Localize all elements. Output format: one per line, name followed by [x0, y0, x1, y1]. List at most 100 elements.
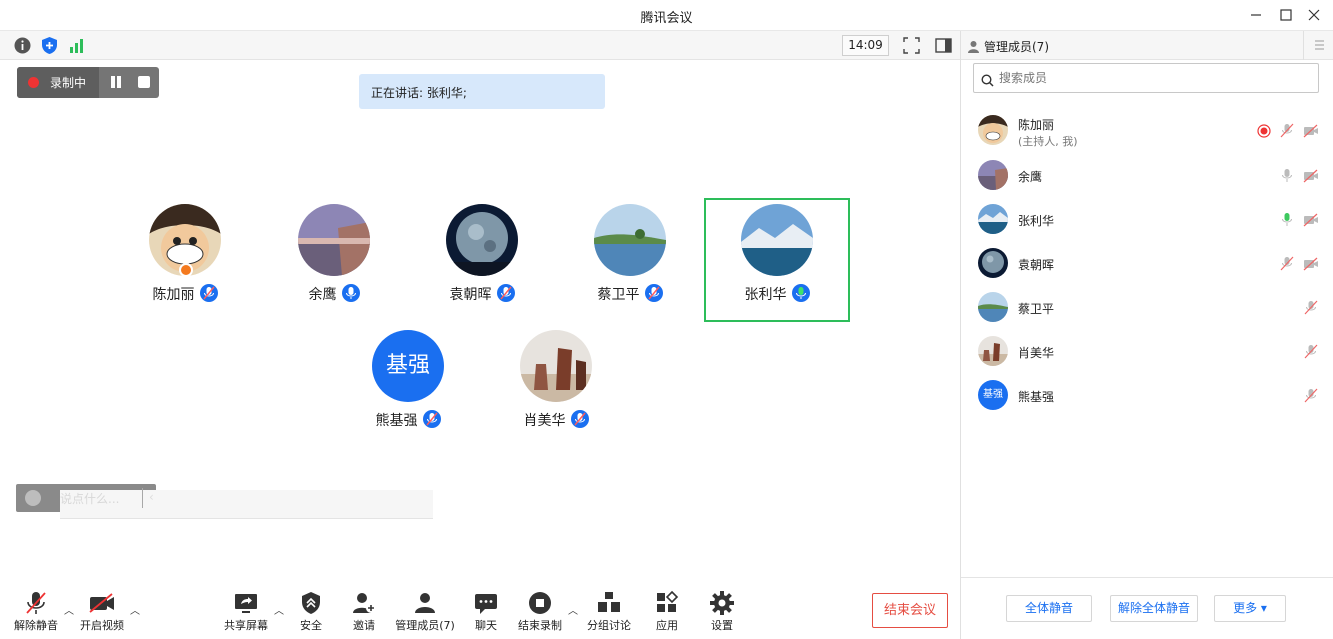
emoji-icon[interactable]: [25, 490, 41, 506]
settings-button[interactable]: 设置: [692, 590, 752, 636]
video-options-chevron-icon[interactable]: ︿: [130, 602, 140, 617]
manage-members-button[interactable]: 管理成员(7): [392, 590, 458, 636]
breakout-button[interactable]: 分组讨论: [579, 590, 639, 636]
collapse-chat-icon[interactable]: ‹: [149, 490, 154, 504]
panel-title: 管理成员(7): [984, 40, 1049, 54]
mic-muted-icon[interactable]: [1280, 256, 1294, 275]
member-search: [973, 63, 1319, 93]
member-row[interactable]: 张利华: [961, 198, 1333, 242]
info-icon[interactable]: [13, 36, 32, 55]
panel-menu-icon[interactable]: [1303, 31, 1333, 60]
mic-muted-icon[interactable]: [1304, 388, 1318, 407]
mic-off-icon: [26, 592, 46, 614]
member-name: 余鹰: [1018, 170, 1043, 184]
quick-chat-box[interactable]: 说点什么... ‹: [16, 484, 433, 519]
recording-label: 录制中: [50, 76, 87, 90]
stop-recording-button[interactable]: [138, 76, 150, 88]
panel-header: 管理成员(7): [961, 31, 1333, 60]
more-button[interactable]: 更多 ▾: [1214, 595, 1286, 622]
camera-off-icon[interactable]: [1303, 168, 1319, 187]
apps-button[interactable]: 应用: [637, 590, 697, 636]
recording-status-icon: [1257, 123, 1271, 142]
video-stage: 录制中 正在讲话: 张利华; 陈加丽 余鹰 袁朝晖 蔡卫平 张利华 基强 熊基强…: [0, 60, 960, 580]
participant-tile[interactable]: 袁朝晖: [409, 198, 555, 322]
participant-tile[interactable]: 陈加丽: [112, 198, 258, 322]
mic-muted-icon[interactable]: [1304, 300, 1318, 319]
minimize-icon[interactable]: [1246, 5, 1266, 25]
start-video-button[interactable]: 开启视频: [72, 590, 132, 636]
avatar-initials: 基强: [385, 353, 430, 378]
breakout-label: 分组讨论: [587, 619, 631, 632]
member-row[interactable]: 蔡卫平: [961, 286, 1333, 330]
avatar: [978, 204, 1008, 234]
member-name: 袁朝晖: [1018, 258, 1055, 272]
panel-footer: 全体静音 解除全体静音 更多 ▾: [961, 577, 1333, 639]
member-row[interactable]: 陈加丽 (主持人, 我): [961, 109, 1333, 153]
share-screen-button[interactable]: 共享屏幕: [216, 590, 276, 636]
chat-bubble-icon: [475, 594, 497, 614]
mic-icon[interactable]: [1280, 168, 1294, 187]
add-user-icon: [353, 593, 376, 613]
meeting-info-bar: 14:09: [0, 31, 960, 60]
mute-all-button[interactable]: 全体静音: [1006, 595, 1092, 622]
record-options-chevron-icon[interactable]: ︿: [568, 602, 578, 617]
pause-recording-button[interactable]: [109, 75, 123, 89]
search-input[interactable]: [997, 69, 1307, 87]
invite-button[interactable]: 邀请: [334, 590, 394, 636]
member-row[interactable]: 袁朝晖: [961, 242, 1333, 286]
end-recording-button[interactable]: 结束录制: [510, 590, 570, 636]
end-recording-label: 结束录制: [518, 619, 562, 632]
fullscreen-icon[interactable]: [902, 36, 921, 55]
participant-tile[interactable]: 肖美华: [483, 324, 629, 448]
camera-off-icon[interactable]: [1303, 256, 1319, 275]
security-shield-icon[interactable]: [40, 36, 59, 55]
close-icon[interactable]: [1304, 5, 1324, 25]
participant-tile-active[interactable]: 张利华: [704, 198, 850, 322]
participant-tile[interactable]: 蔡卫平: [557, 198, 703, 322]
member-role: (主持人, 我): [1018, 135, 1078, 148]
participant-tile[interactable]: 余鹰: [261, 198, 407, 322]
mic-muted-icon: [644, 284, 663, 302]
user-icon: [967, 38, 980, 57]
mic-muted-icon[interactable]: [1280, 123, 1294, 142]
member-row[interactable]: 基强 熊基强: [961, 374, 1333, 418]
avatar: [978, 336, 1008, 366]
camera-off-icon[interactable]: [1303, 212, 1319, 231]
gear-icon: [710, 591, 734, 615]
chat-label: 聊天: [475, 619, 497, 632]
mic-muted-icon[interactable]: [1304, 344, 1318, 363]
window-title: 腾讯会议: [640, 11, 693, 26]
maximize-icon[interactable]: [1276, 5, 1296, 25]
unmute-all-button[interactable]: 解除全体静音: [1110, 595, 1198, 622]
toggle-sidebar-icon[interactable]: [934, 36, 953, 55]
camera-off-icon[interactable]: [1303, 123, 1319, 142]
search-icon: [981, 72, 994, 91]
share-screen-label: 共享屏幕: [224, 619, 268, 632]
avatar: [520, 330, 592, 402]
avatar: 基强: [978, 380, 1008, 410]
avatar-initials: 基强: [983, 389, 1003, 400]
breakout-rooms-icon: [598, 592, 620, 612]
chat-button[interactable]: 聊天: [456, 590, 516, 636]
mic-speaking-icon[interactable]: [1280, 212, 1294, 231]
network-signal-icon[interactable]: [68, 36, 87, 55]
invite-label: 邀请: [353, 619, 375, 632]
member-row[interactable]: 余鹰: [961, 154, 1333, 198]
unmute-button[interactable]: 解除静音: [6, 590, 66, 636]
speaking-banner: 正在讲话: 张利华;: [359, 74, 605, 109]
avatar: [978, 160, 1008, 190]
avatar: 基强: [372, 330, 444, 402]
security-button[interactable]: 安全: [281, 590, 341, 636]
apps-label: 应用: [656, 619, 678, 632]
member-row[interactable]: 肖美华: [961, 330, 1333, 374]
end-meeting-button[interactable]: 结束会议: [872, 593, 948, 628]
chat-placeholder: 说点什么...: [60, 490, 433, 519]
title-bar: 腾讯会议: [0, 0, 1333, 31]
settings-label: 设置: [711, 619, 733, 632]
member-name: 熊基强: [1018, 390, 1055, 404]
stop-record-icon: [529, 592, 551, 614]
member-name: 张利华: [1018, 214, 1055, 228]
participant-tile[interactable]: 基强 熊基强: [335, 324, 481, 448]
manage-members-label: 管理成员(7): [395, 619, 455, 632]
apps-grid-icon: [657, 590, 679, 612]
